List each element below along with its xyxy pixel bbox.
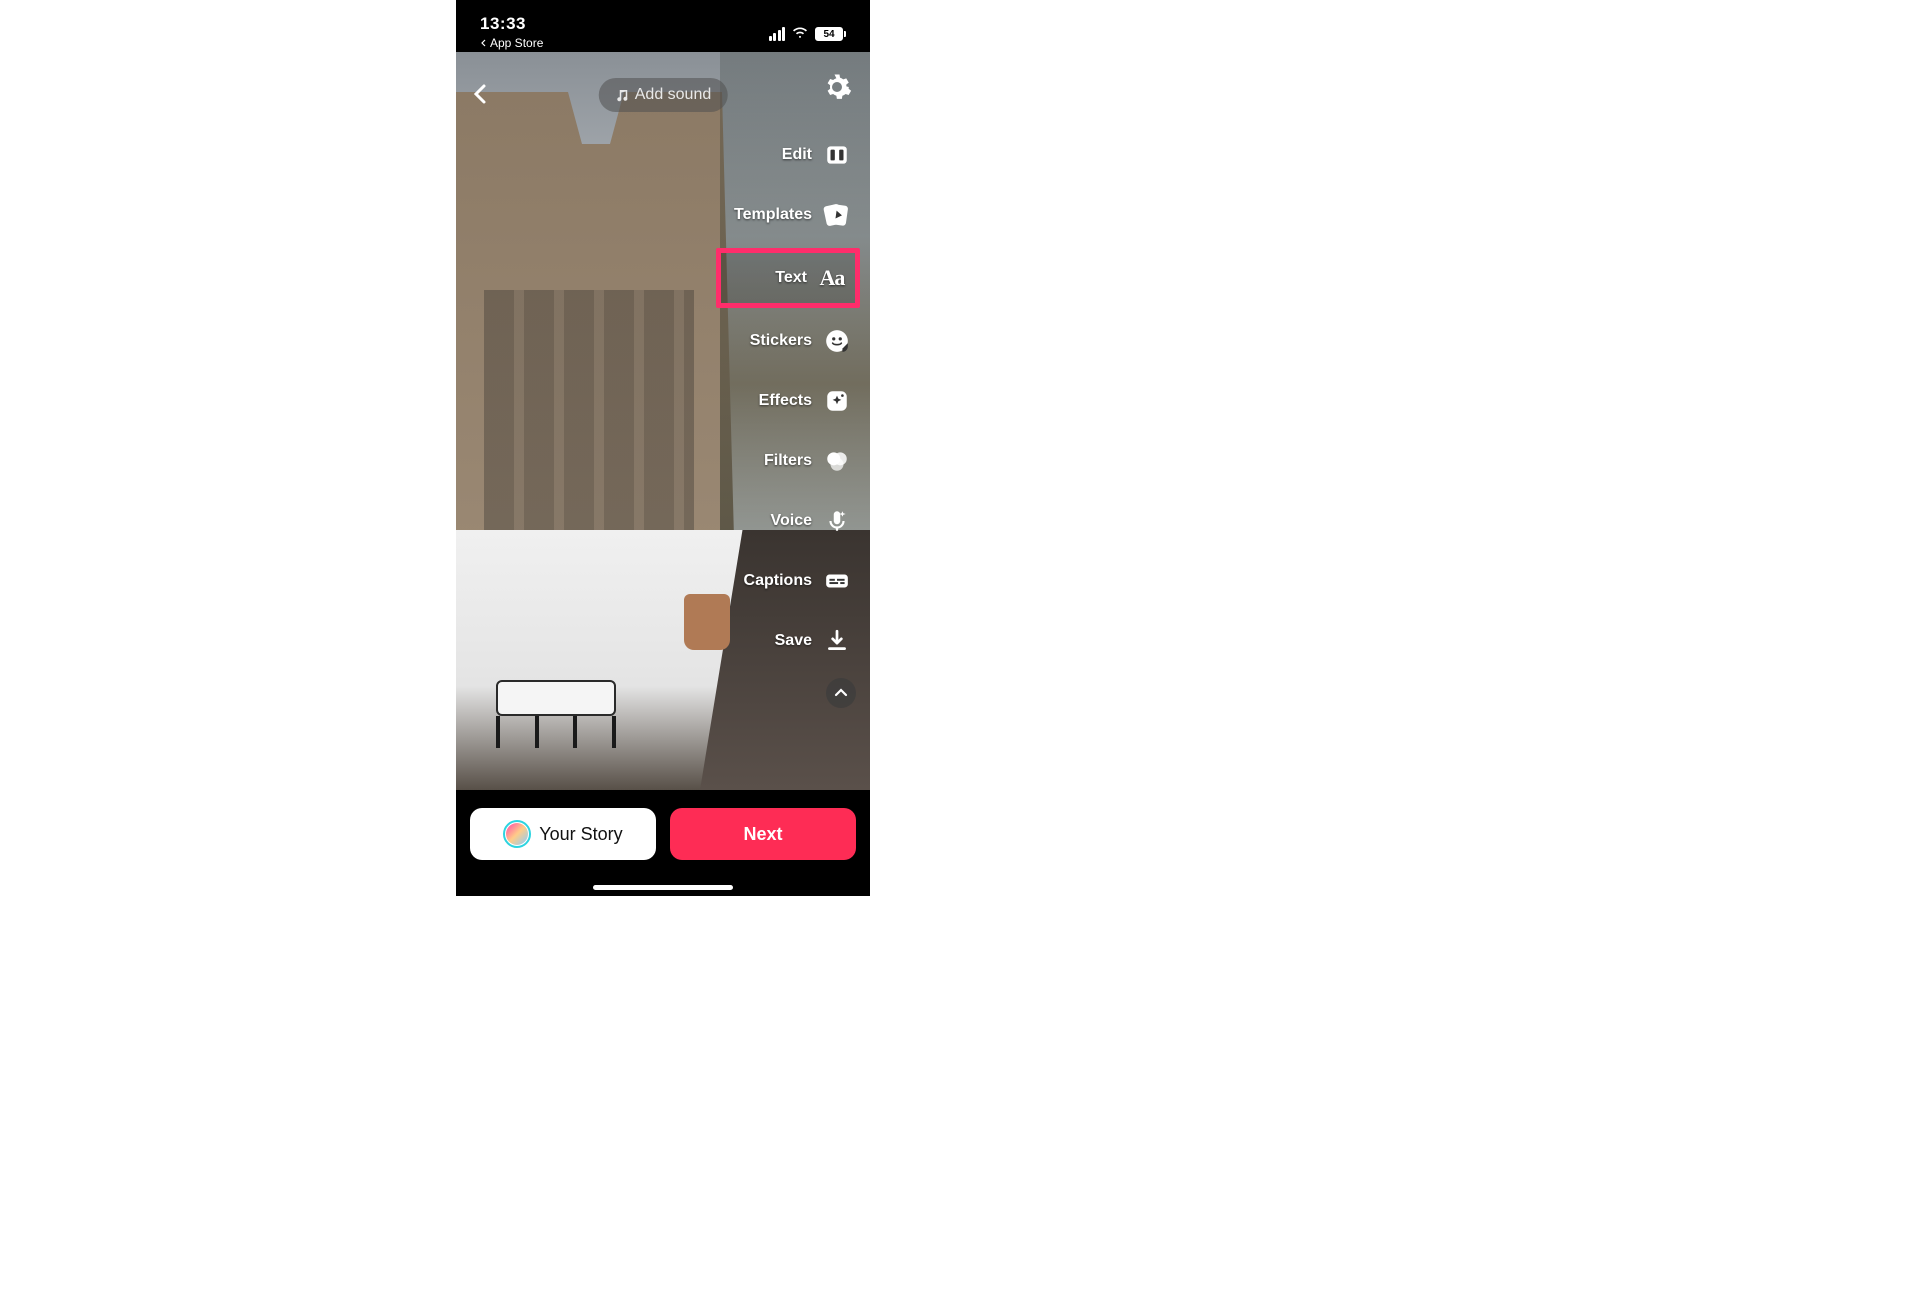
tool-edit[interactable]: Edit <box>728 136 858 174</box>
status-back-label: App Store <box>490 36 543 50</box>
download-icon <box>822 626 852 656</box>
phone-frame: 13:33 App Store 54 <box>456 0 870 896</box>
tool-effects-label: Effects <box>759 392 812 410</box>
tool-text[interactable]: Text Aa <box>716 248 860 308</box>
tool-text-label: Text <box>775 269 807 287</box>
status-time: 13:33 <box>480 14 543 34</box>
tool-stickers-label: Stickers <box>750 332 812 350</box>
tool-templates-label: Templates <box>734 206 812 224</box>
avatar <box>506 823 528 845</box>
next-button[interactable]: Next <box>670 808 856 860</box>
tool-captions-label: Captions <box>744 572 812 590</box>
tool-voice[interactable]: Voice <box>728 502 858 540</box>
tool-filters[interactable]: Filters <box>728 442 858 480</box>
stickers-icon <box>822 326 852 356</box>
tool-captions[interactable]: Captions <box>728 562 858 600</box>
battery-indicator: 54 <box>815 27 846 41</box>
battery-level: 54 <box>823 29 834 40</box>
tool-voice-label: Voice <box>771 512 813 530</box>
status-bar: 13:33 App Store 54 <box>456 0 870 52</box>
edit-icon <box>822 140 852 170</box>
voice-icon <box>822 506 852 536</box>
templates-icon <box>822 200 852 230</box>
bottom-bar: Your Story Next <box>456 790 870 896</box>
add-sound-button[interactable]: Add sound <box>599 78 728 112</box>
tool-save-label: Save <box>775 632 812 650</box>
text-icon: Aa <box>817 263 847 293</box>
editor-tool-rail: Edit Templates Text Aa Stickers <box>728 136 858 708</box>
home-indicator[interactable] <box>593 885 733 890</box>
back-caret-icon <box>480 39 488 47</box>
status-back-to-app[interactable]: App Store <box>480 36 543 50</box>
tool-stickers[interactable]: Stickers <box>728 322 858 360</box>
chevron-up-icon <box>832 684 850 702</box>
effects-icon <box>822 386 852 416</box>
tool-templates[interactable]: Templates <box>728 196 858 234</box>
your-story-label: Your Story <box>539 824 622 845</box>
tool-filters-label: Filters <box>764 452 812 470</box>
back-button[interactable] <box>470 80 492 112</box>
gear-icon <box>822 72 852 102</box>
add-sound-label: Add sound <box>635 86 712 104</box>
collapse-tools-button[interactable] <box>826 678 856 708</box>
wifi-icon <box>791 24 809 44</box>
video-preview[interactable]: Add sound Edit Templates Text Aa <box>456 52 870 790</box>
music-note-icon <box>615 88 629 102</box>
tool-edit-label: Edit <box>782 146 812 164</box>
settings-button[interactable] <box>822 72 852 107</box>
your-story-button[interactable]: Your Story <box>470 808 656 860</box>
chevron-left-icon <box>470 83 492 105</box>
cellular-signal-icon <box>769 27 786 41</box>
tool-save[interactable]: Save <box>728 622 858 660</box>
tool-effects[interactable]: Effects <box>728 382 858 420</box>
captions-icon <box>822 566 852 596</box>
filters-icon <box>822 446 852 476</box>
avatar-ring <box>503 820 531 848</box>
next-label: Next <box>743 824 782 845</box>
